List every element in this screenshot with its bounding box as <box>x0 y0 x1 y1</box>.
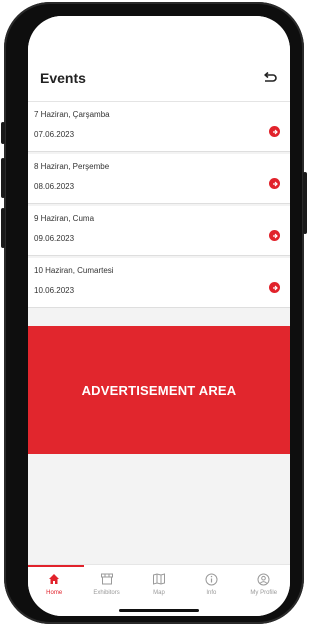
tab-map[interactable]: Map <box>133 571 185 596</box>
home-indicator[interactable] <box>119 609 199 612</box>
event-day: 10 Haziran, Cumartesi <box>34 266 114 275</box>
active-tab-indicator <box>28 565 84 567</box>
event-date: 09.06.2023 <box>34 234 75 243</box>
side-button-left <box>1 208 5 248</box>
info-icon <box>205 573 218 585</box>
event-item[interactable]: 8 Haziran, Perşembe 08.06.2023 <box>28 154 290 204</box>
side-button-left <box>1 122 5 144</box>
event-date: 10.06.2023 <box>34 286 75 295</box>
home-icon <box>49 574 60 584</box>
event-day: 8 Haziran, Perşembe <box>34 162 110 171</box>
event-day: 7 Haziran, Çarşamba <box>34 110 110 119</box>
chevron-right-icon[interactable] <box>269 282 280 293</box>
event-item[interactable]: 9 Haziran, Cuma 09.06.2023 <box>28 206 290 256</box>
chevron-right-icon[interactable] <box>269 126 280 137</box>
store-icon <box>100 573 113 585</box>
profile-icon <box>257 573 270 585</box>
event-item[interactable]: 10 Haziran, Cumartesi 10.06.2023 <box>28 258 290 308</box>
events-list: 7 Haziran, Çarşamba 07.06.2023 8 Haziran… <box>28 102 290 310</box>
advertisement-label: ADVERTISEMENT AREA <box>81 382 237 398</box>
phone-frame: Events 7 Haziran, Çarşamba 07.06.2023 8 … <box>1 2 307 624</box>
event-item[interactable]: 7 Haziran, Çarşamba 07.06.2023 <box>28 102 290 152</box>
tab-info[interactable]: Info <box>185 571 237 596</box>
tab-label: Info <box>206 590 217 596</box>
tab-label: Map <box>153 590 165 596</box>
tab-home[interactable]: Home <box>28 571 80 596</box>
side-button-right <box>303 172 307 234</box>
tab-label: Exhibitors <box>93 590 120 596</box>
tab-label: Home <box>46 590 63 596</box>
app-screen: Events 7 Haziran, Çarşamba 07.06.2023 8 … <box>28 16 290 616</box>
map-icon <box>152 573 165 585</box>
tab-label: My Profile <box>250 590 278 596</box>
app-header: Events <box>28 50 290 102</box>
advertisement-banner[interactable]: ADVERTISEMENT AREA <box>28 326 290 454</box>
side-button-left <box>1 158 5 198</box>
back-arrow-icon <box>263 72 277 82</box>
event-day: 9 Haziran, Cuma <box>34 214 95 223</box>
chevron-right-icon[interactable] <box>269 178 280 189</box>
chevron-right-icon[interactable] <box>269 230 280 241</box>
event-date: 07.06.2023 <box>34 130 75 139</box>
tab-exhibitors[interactable]: Exhibitors <box>81 571 133 596</box>
tab-my-profile[interactable]: My Profile <box>238 571 290 596</box>
page-title: Events <box>40 70 86 86</box>
event-date: 08.06.2023 <box>34 182 75 191</box>
status-bar <box>28 16 290 50</box>
back-button[interactable] <box>260 68 280 88</box>
